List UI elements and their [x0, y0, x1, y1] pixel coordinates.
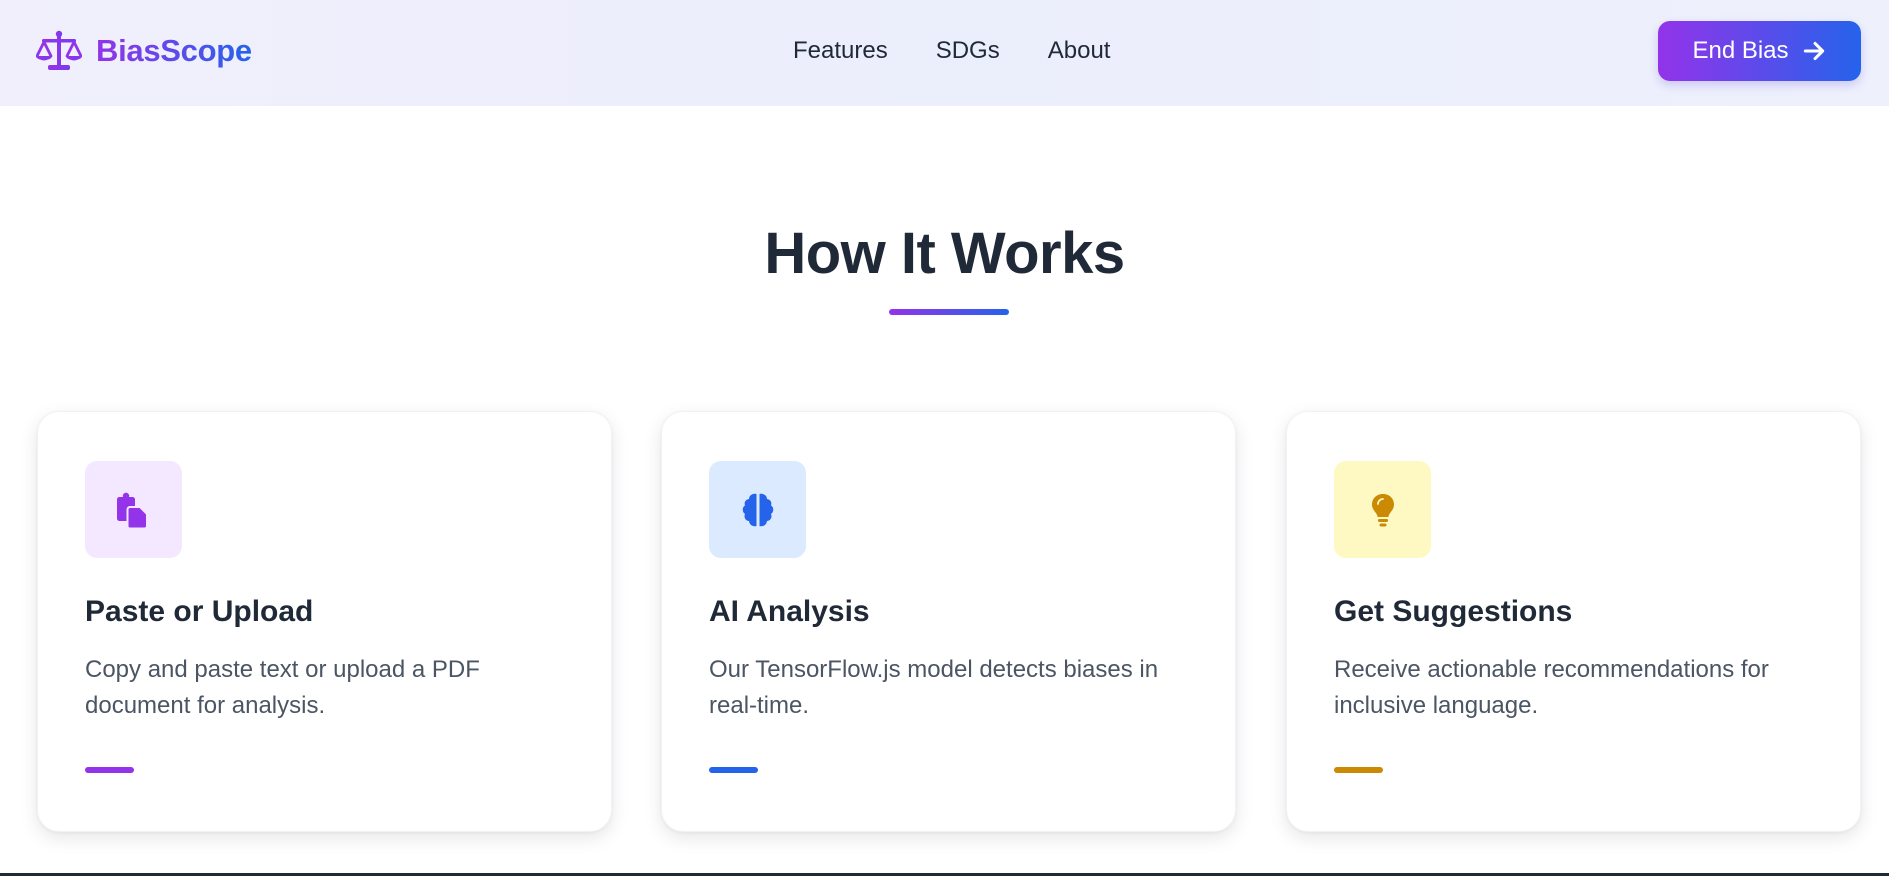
- card-description: Copy and paste text or upload a PDF docu…: [85, 656, 480, 719]
- nav-link-about[interactable]: About: [1048, 37, 1111, 65]
- card-title: Get Suggestions: [1334, 595, 1573, 628]
- section-title: How It Works: [764, 221, 1125, 286]
- end-bias-button-label: End Bias: [1692, 37, 1789, 64]
- scale-balance-icon: [36, 30, 82, 70]
- brain-icon: [742, 493, 773, 526]
- navbar: BiasScope Features SDGs About End Bias: [0, 0, 1889, 106]
- card-description: Our TensorFlow.js model detects biases i…: [709, 656, 1159, 719]
- main-nav: Features SDGs About: [793, 34, 1110, 68]
- clipboard-copy-icon: [116, 492, 148, 529]
- feature-card-get-suggestions: Get Suggestions Receive actionable recom…: [1286, 411, 1861, 832]
- brand-name: BiasScope: [96, 33, 252, 68]
- icon-box: [85, 461, 182, 558]
- brand-logo-link[interactable]: BiasScope: [36, 30, 252, 72]
- card-accent-bar: [709, 767, 758, 773]
- arrow-right-icon: [1803, 41, 1824, 61]
- feature-card-ai-analysis: AI Analysis Our TensorFlow.js model dete…: [661, 411, 1236, 832]
- title-underline: [889, 309, 1009, 315]
- feature-card-paste-upload: Paste or Upload Copy and paste text or u…: [37, 411, 612, 832]
- nav-link-sdgs[interactable]: SDGs: [936, 37, 1000, 65]
- card-description: Receive actionable recommendations for i…: [1334, 656, 1769, 719]
- icon-box: [1334, 461, 1431, 558]
- card-title: AI Analysis: [709, 595, 870, 628]
- card-accent-bar: [1334, 767, 1383, 773]
- end-bias-button[interactable]: End Bias: [1658, 21, 1861, 81]
- nav-link-features[interactable]: Features: [793, 37, 888, 65]
- card-title: Paste or Upload: [85, 595, 314, 628]
- card-accent-bar: [85, 767, 134, 773]
- lightbulb-icon: [1371, 493, 1394, 526]
- icon-box: [709, 461, 806, 558]
